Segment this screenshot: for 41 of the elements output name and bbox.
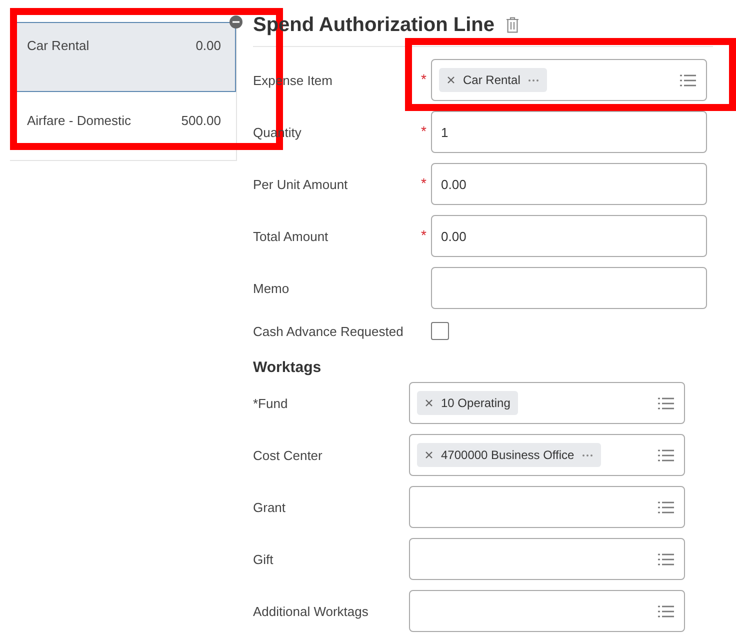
prompt-field[interactable] xyxy=(409,538,685,580)
required-mark: * xyxy=(421,71,426,87)
prompt-field[interactable] xyxy=(409,590,685,632)
field-label: Total Amount xyxy=(253,228,330,244)
field-label: Additional Worktags xyxy=(253,604,370,618)
prompt-field[interactable]: Car Rental xyxy=(431,59,707,101)
input-field[interactable]: 0.00 xyxy=(431,163,707,205)
field-label: Memo xyxy=(253,280,290,296)
input-field[interactable]: 1 xyxy=(431,111,707,153)
field-label: Cash Advance Requested xyxy=(253,324,404,338)
list-icon[interactable] xyxy=(658,552,674,566)
required-mark: * xyxy=(421,123,426,139)
checkbox[interactable] xyxy=(431,322,449,340)
list-icon[interactable] xyxy=(658,604,674,618)
remove-icon[interactable] xyxy=(425,399,433,407)
input-field[interactable]: 0.00 xyxy=(431,215,707,257)
field-label: Cost Center xyxy=(253,448,324,462)
required-mark: * xyxy=(421,227,426,243)
field-label: *Fund xyxy=(253,396,289,410)
trash-icon[interactable] xyxy=(506,17,520,33)
selected-chip[interactable]: 4700000 Business Office xyxy=(417,443,602,467)
remove-icon[interactable] xyxy=(425,451,433,459)
more-icon[interactable] xyxy=(582,454,594,456)
section-heading: Worktags xyxy=(253,359,322,376)
list-icon[interactable] xyxy=(658,500,674,514)
more-icon[interactable] xyxy=(528,78,540,82)
field-label: Per Unit Amount xyxy=(253,176,349,192)
selected-chip[interactable]: Car Rental xyxy=(439,68,548,92)
remove-icon[interactable] xyxy=(229,15,243,29)
prompt-field[interactable]: 10 Operating xyxy=(409,382,685,424)
list-icon[interactable] xyxy=(658,448,674,462)
selected-chip[interactable]: 10 Operating xyxy=(417,391,518,415)
field-label: Grant xyxy=(253,500,287,514)
remove-icon[interactable] xyxy=(447,76,455,84)
list-icon[interactable] xyxy=(658,396,674,410)
input-field[interactable] xyxy=(431,267,707,309)
list-icon[interactable] xyxy=(680,74,696,86)
prompt-field[interactable]: 4700000 Business Office xyxy=(409,434,685,476)
prompt-field[interactable] xyxy=(409,486,685,528)
field-label: Gift xyxy=(253,552,274,566)
required-mark: * xyxy=(421,175,426,191)
